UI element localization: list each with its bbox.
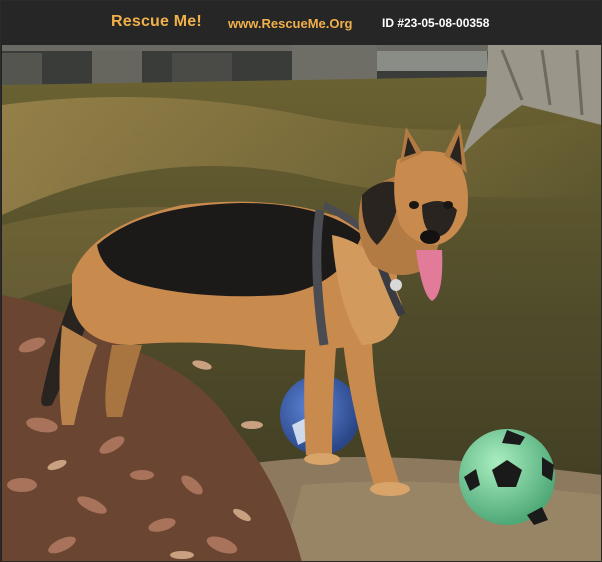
listing-frame: Rescue Me! www.RescueMe.Org ID #23-05-08… [0, 0, 602, 562]
site-url[interactable]: www.RescueMe.Org [228, 16, 353, 31]
pet-id: ID #23-05-08-00358 [382, 16, 490, 30]
photo-canvas [2, 45, 601, 561]
brand-logo[interactable]: Rescue Me! [111, 13, 202, 31]
green-soccer-ball [459, 429, 555, 525]
pet-photo [2, 45, 601, 561]
header-bar: Rescue Me! www.RescueMe.Org ID #23-05-08… [1, 1, 601, 45]
